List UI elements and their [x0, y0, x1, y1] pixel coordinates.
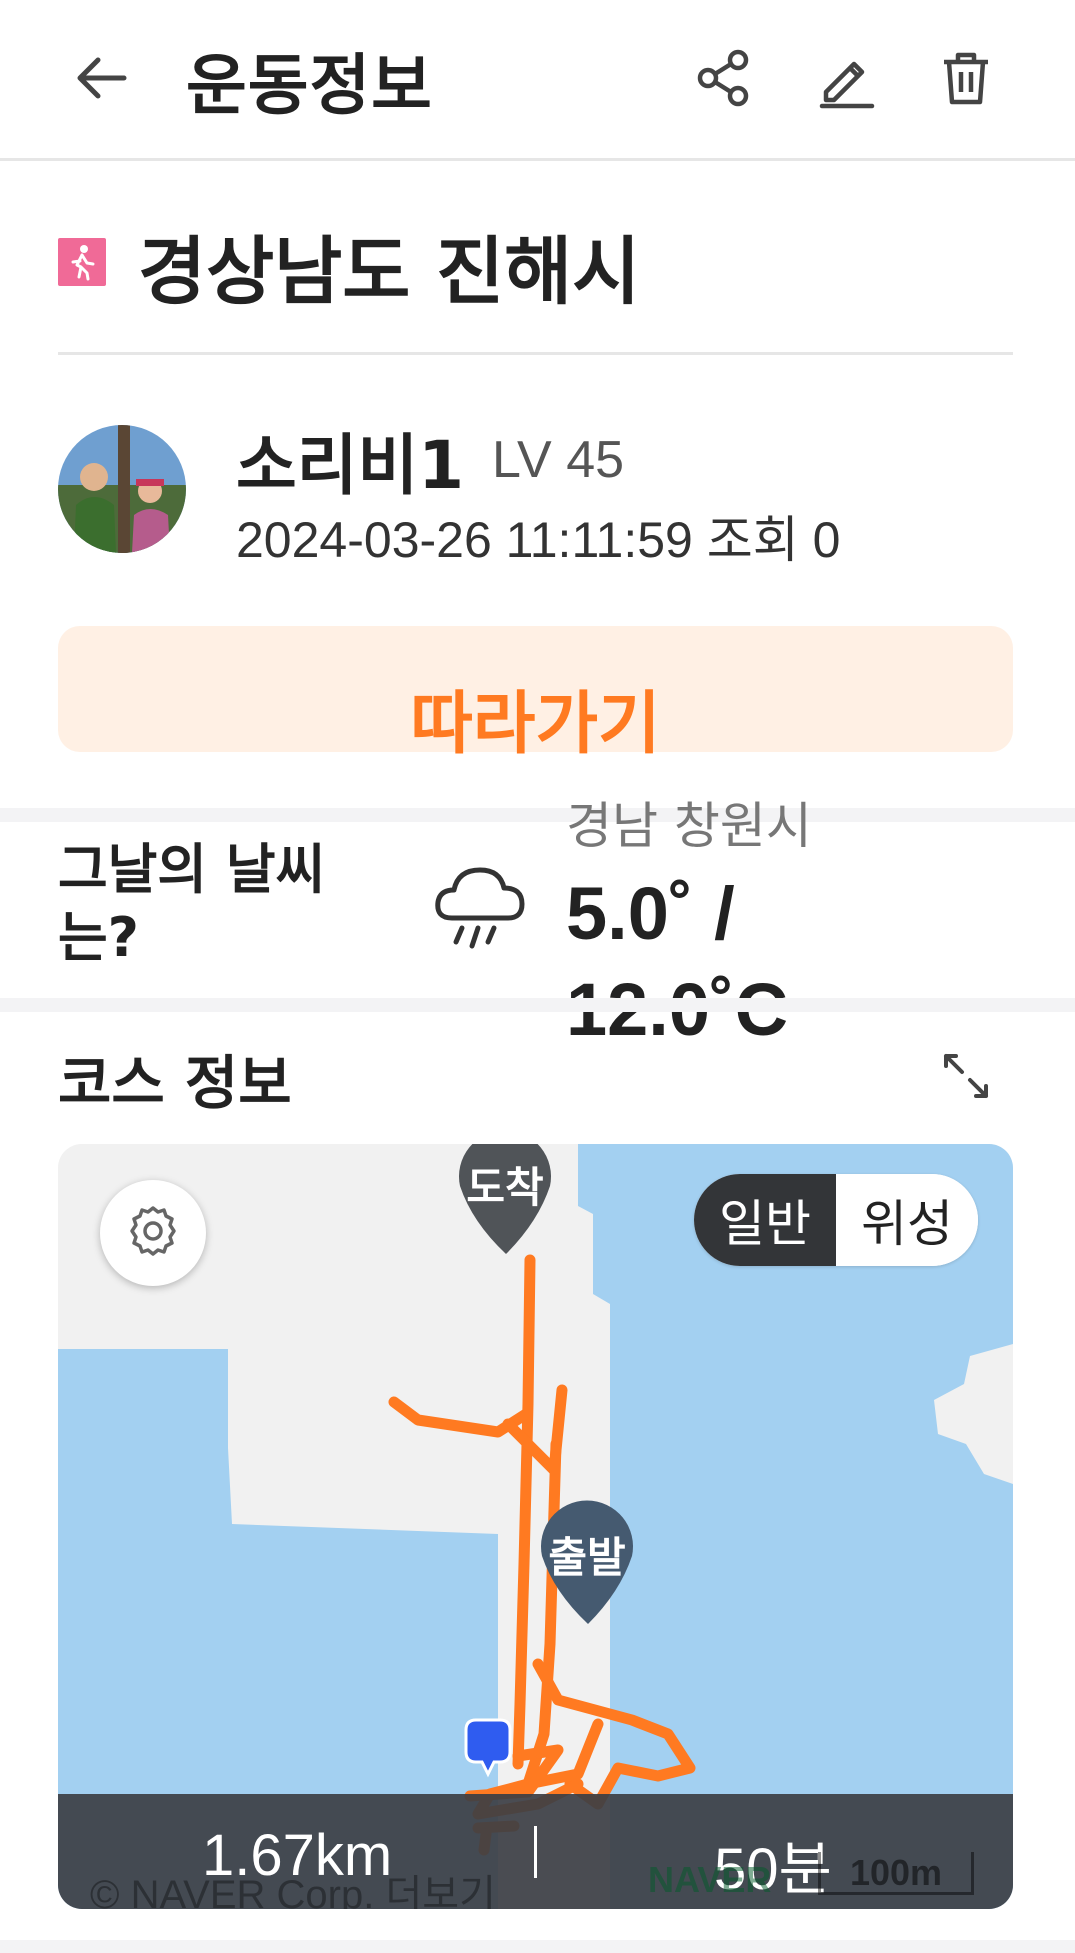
edit-icon[interactable] [808, 40, 884, 116]
follow-button[interactable]: 따라가기 [58, 626, 1013, 764]
rain-cloud-icon [428, 856, 532, 960]
user-level: LV 45 [492, 431, 625, 489]
weather-temperature: 5.0˚ / 12.0˚C [566, 866, 788, 1058]
back-arrow-icon[interactable] [64, 40, 140, 116]
end-marker-label: 도착 [466, 1163, 543, 1212]
course-map[interactable]: 도착 출발 일반 위성 1.67km 50분 NAVER 100m © NAVE… [58, 1144, 1013, 1909]
top-app-bar: 운동정보 [0, 0, 1075, 161]
walking-person-icon [58, 238, 106, 286]
stats-divider [534, 1826, 537, 1878]
page-title: 운동정보 [186, 47, 433, 124]
map-mode-satellite[interactable]: 위성 [836, 1174, 978, 1266]
post-date-views: 2024-03-26 11:11:59 조회 0 [236, 512, 841, 568]
start-marker-label: 출발 [548, 1533, 625, 1582]
course-title: 코스 정보 [58, 1049, 292, 1117]
activity-location: 경상남도 진해시 [138, 229, 641, 315]
user-name[interactable]: 소리비1 [236, 412, 464, 508]
weather-question: 그날의 날씨는? [58, 838, 326, 969]
naver-logo: NAVER [648, 1859, 772, 1900]
activity-title-row: 경상남도 진해시 [58, 212, 1013, 355]
trash-icon[interactable] [928, 40, 1004, 116]
share-icon[interactable] [686, 40, 762, 116]
map-mode-toggle: 일반 위성 [694, 1174, 978, 1266]
map-settings-button[interactable] [100, 1180, 206, 1286]
weather-temp-low: 5.0˚ / [566, 872, 735, 955]
follow-button-label: 따라가기 [410, 685, 661, 764]
map-scale: 100m [818, 1852, 974, 1895]
map-mode-normal[interactable]: 일반 [694, 1174, 836, 1266]
weather-location: 경남 창원시 [566, 797, 812, 855]
section-divider [0, 998, 1075, 1012]
avatar[interactable] [58, 425, 186, 553]
gear-icon [124, 1202, 182, 1264]
section-divider [0, 808, 1075, 822]
section-divider [0, 1940, 1075, 1953]
map-credit[interactable]: © NAVER Corp. 더보기 [90, 1862, 496, 1909]
expand-icon[interactable] [938, 1048, 994, 1104]
